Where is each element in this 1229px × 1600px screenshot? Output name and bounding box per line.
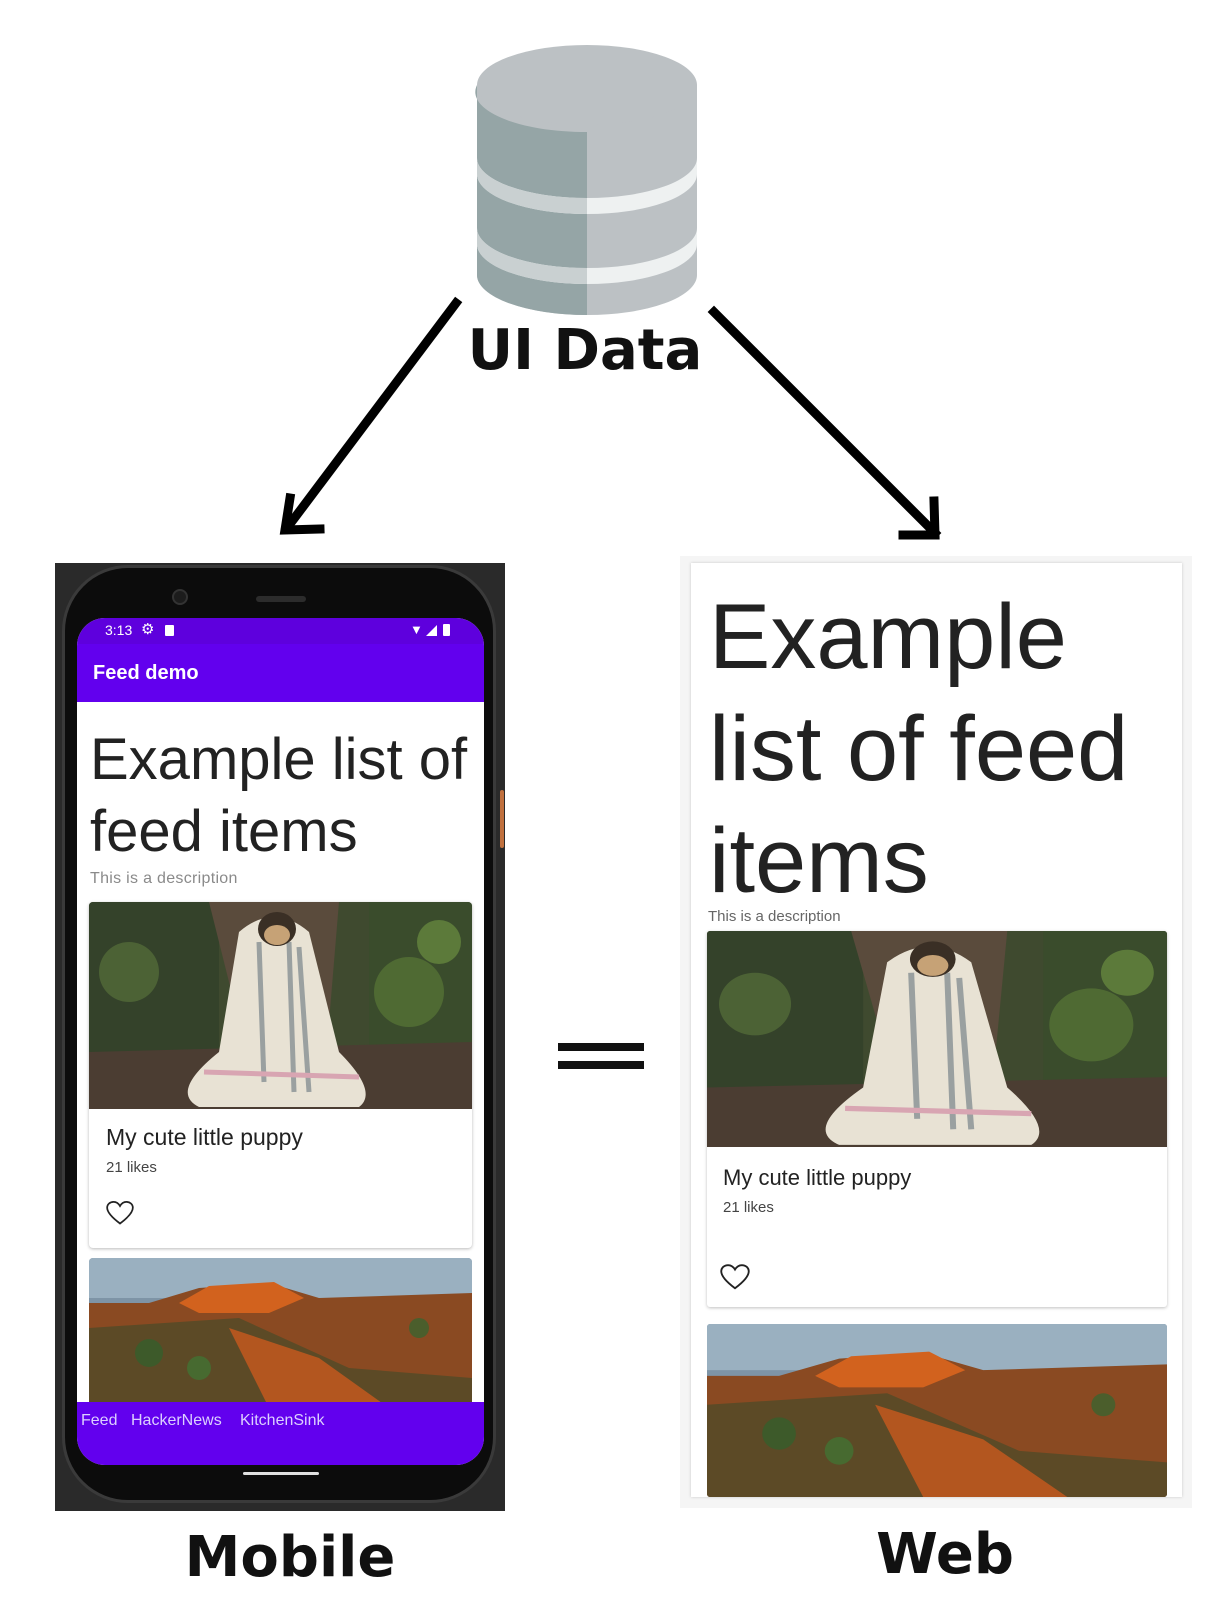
phone-speaker <box>256 596 306 602</box>
feed-card[interactable] <box>707 1324 1167 1497</box>
feed-description: This is a description <box>90 870 238 887</box>
database-icon <box>475 45 697 315</box>
feed-headline: Example list of feed items <box>709 586 1129 912</box>
status-bar: 3:13 ⚙ ▼ <box>77 618 484 644</box>
puppy-image <box>707 931 1167 1147</box>
puppy-image <box>89 902 472 1109</box>
ui-data-label: UI Data <box>467 318 703 383</box>
sd-card-icon <box>165 625 174 636</box>
landscape-image <box>89 1258 472 1408</box>
status-time: 3:13 <box>105 622 133 638</box>
arrow-to-mobile <box>279 296 463 535</box>
feed-card[interactable] <box>89 1258 472 1408</box>
wifi-icon: ▼ <box>410 622 423 637</box>
nav-item-feed[interactable]: Feed <box>81 1412 117 1430</box>
bottom-navigation: Feed HackerNews KitchenSink <box>77 1402 484 1465</box>
feed-description: This is a description <box>708 908 841 925</box>
feed-card[interactable]: My cute little puppy 21 likes <box>89 902 472 1248</box>
camera-icon <box>172 589 188 605</box>
settings-gear-icon: ⚙ <box>141 621 155 638</box>
heart-icon[interactable] <box>106 1200 134 1226</box>
signal-icon <box>426 625 437 636</box>
card-title: My cute little puppy <box>723 1165 912 1190</box>
arrow-to-web <box>707 305 942 540</box>
mobile-screen: 3:13 ⚙ ▼ Feed demo Example list of feed … <box>77 618 484 1465</box>
app-bar: Feed demo <box>77 644 484 702</box>
battery-icon <box>443 624 450 636</box>
feed-card[interactable]: My cute little puppy 21 likes <box>707 931 1167 1307</box>
power-button <box>500 790 504 848</box>
equals-sign <box>558 1043 644 1075</box>
card-title: My cute little puppy <box>106 1124 303 1150</box>
app-bar-title: Feed demo <box>93 662 199 684</box>
mobile-caption: Mobile <box>184 1525 396 1590</box>
card-likes: 21 likes <box>106 1159 157 1176</box>
web-caption: Web <box>876 1522 1014 1587</box>
feed-headline: Example list of feed items <box>90 727 468 864</box>
nav-item-kitchensink[interactable]: KitchenSink <box>240 1412 325 1430</box>
web-page: Example list of feed items This is a des… <box>691 563 1182 1497</box>
nav-item-hackernews[interactable]: HackerNews <box>131 1412 222 1430</box>
heart-icon[interactable] <box>720 1263 750 1291</box>
home-indicator <box>243 1472 319 1475</box>
landscape-image <box>707 1324 1167 1497</box>
card-likes: 21 likes <box>723 1199 774 1216</box>
